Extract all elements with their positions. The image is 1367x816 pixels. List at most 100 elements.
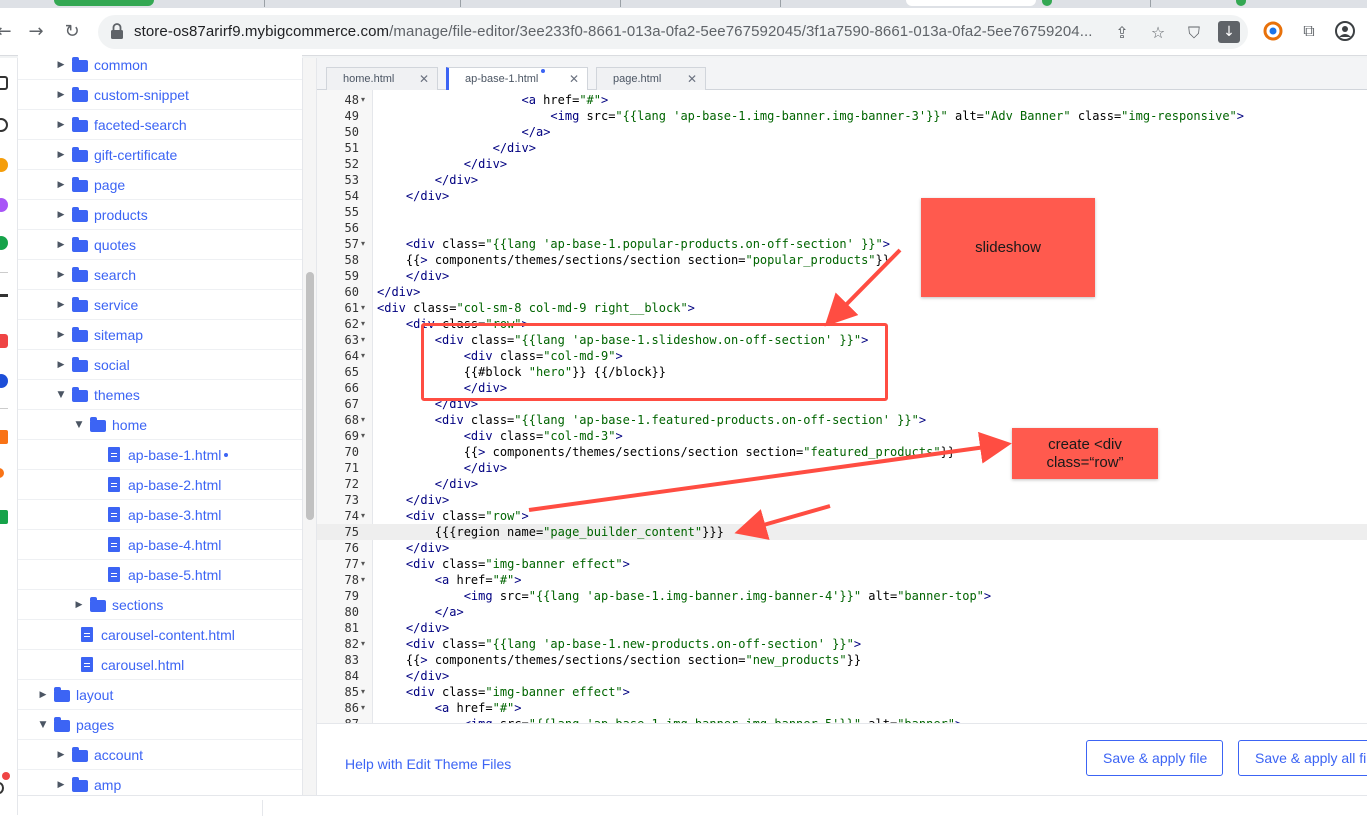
fold-toggle-icon[interactable]: ▾ (361, 556, 371, 572)
code-line[interactable]: 79 <img src="{{lang 'ap-base-1.img-banne… (317, 588, 1367, 604)
caret-right-icon[interactable]: ▶ (56, 180, 66, 190)
code-line[interactable]: 56 (317, 220, 1367, 236)
app-orange-dot-icon[interactable] (0, 468, 4, 478)
tree-file[interactable]: ap-base-5.html (18, 560, 302, 590)
address-bar[interactable]: store-os87arirf9.mybigcommerce.com/manag… (98, 15, 1248, 49)
code-line[interactable]: 78 ▾ <a href="#"> (317, 572, 1367, 588)
share-icon[interactable]: ⇪ (1112, 23, 1132, 43)
caret-right-icon[interactable]: ▶ (56, 60, 66, 70)
browser-tab-fragment[interactable] (1236, 0, 1246, 6)
file-tree-scrollbar[interactable] (302, 58, 317, 795)
code-line[interactable]: 57 ▾ <div class="{{lang 'ap-base-1.popula… (317, 236, 1367, 252)
extension-colored-icon[interactable] (1262, 20, 1284, 42)
url-text[interactable]: store-os87arirf9.mybigcommerce.com/manag… (134, 23, 1093, 40)
tree-folder[interactable]: ▶ quotes (18, 230, 302, 260)
caret-right-icon[interactable]: ▶ (56, 240, 66, 250)
palette-icon[interactable] (0, 198, 8, 212)
fold-toggle-icon[interactable]: ▾ (361, 508, 371, 524)
arrow-right-icon[interactable]: → (24, 20, 48, 44)
code-line[interactable]: 76 </div> (317, 540, 1367, 556)
tree-file[interactable]: ap-base-3.html (18, 500, 302, 530)
code-line[interactable]: 61 ▾ <div class="col-sm-8 col-md-9 right__… (317, 300, 1367, 316)
code-line[interactable]: 70 {{> components/themes/sections/sectio… (317, 444, 1367, 460)
tree-file[interactable]: ap-base-2.html (18, 470, 302, 500)
code-line[interactable]: 69 ▾ <div class="col-md-3"> (317, 428, 1367, 444)
code-line[interactable]: 71 </div> (317, 460, 1367, 476)
fold-toggle-icon[interactable]: ▾ (361, 684, 371, 700)
tree-file[interactable]: ap-base-1.html (18, 440, 302, 470)
download-icon[interactable]: ↓ (1218, 21, 1240, 43)
tree-folder[interactable]: ▶ search (18, 260, 302, 290)
tree-folder[interactable]: ▼ home (18, 410, 302, 440)
close-icon[interactable]: ✕ (569, 68, 579, 90)
help-link[interactable]: Help with Edit Theme Files (345, 756, 511, 772)
code-line[interactable]: 77 ▾ <div class="img-banner effect"> (317, 556, 1367, 572)
code-line[interactable]: 53 </div> (317, 172, 1367, 188)
code-line[interactable]: 73 </div> (317, 492, 1367, 508)
caret-right-icon[interactable]: ▶ (38, 690, 48, 700)
tree-file[interactable]: carousel.html (18, 650, 302, 680)
code-line[interactable]: 59 </div> (317, 268, 1367, 284)
tree-file[interactable]: carousel-content.html (18, 620, 302, 650)
close-icon[interactable]: ✕ (687, 68, 697, 90)
app-blue-icon[interactable] (0, 374, 8, 388)
code-line[interactable]: 74 ▾ <div class="row"> (317, 508, 1367, 524)
tree-folder[interactable]: ▶ page (18, 170, 302, 200)
tree-folder[interactable]: ▶ account (18, 740, 302, 770)
tree-folder[interactable]: ▼ themes (18, 380, 302, 410)
code-line[interactable]: 51 </div> (317, 140, 1367, 156)
tree-folder[interactable]: ▶ products (18, 200, 302, 230)
fold-toggle-icon[interactable]: ▾ (361, 236, 371, 252)
scrollbar-thumb[interactable] (306, 272, 314, 520)
code-line[interactable]: 87 <img src="{{lang 'ap-base-1.img-banne… (317, 716, 1367, 723)
code-line[interactable]: 85 ▾ <div class="img-banner effect"> (317, 684, 1367, 700)
code-line[interactable]: 50 </a> (317, 124, 1367, 140)
leaf-icon[interactable] (0, 236, 8, 250)
tree-folder[interactable]: ▶ common (18, 50, 302, 80)
tree-folder[interactable]: ▶ sitemap (18, 320, 302, 350)
code-line[interactable]: 54 </div> (317, 188, 1367, 204)
tree-folder[interactable]: ▶ gift-certificate (18, 140, 302, 170)
caret-right-icon[interactable]: ▶ (56, 90, 66, 100)
tree-folder[interactable]: ▶ layout (18, 680, 302, 710)
tree-folder[interactable]: ▶ service (18, 290, 302, 320)
editor-tab[interactable]: page.html ✕ (596, 67, 706, 90)
caret-right-icon[interactable]: ▶ (56, 780, 66, 790)
tree-folder[interactable]: ▼ pages (18, 710, 302, 740)
fold-toggle-icon[interactable]: ▾ (361, 92, 371, 108)
code-line[interactable]: 84 </div> (317, 668, 1367, 684)
minus-icon[interactable] (0, 294, 8, 297)
editor-tab[interactable]: home.html ✕ (326, 67, 438, 90)
app-green-icon[interactable] (0, 510, 8, 524)
caret-right-icon[interactable]: ▶ (56, 300, 66, 310)
fold-toggle-icon[interactable]: ▾ (361, 428, 371, 444)
chart-icon[interactable] (0, 158, 8, 172)
code-line[interactable]: 49 <img src="{{lang 'ap-base-1.img-banne… (317, 108, 1367, 124)
code-line[interactable]: 55 (317, 204, 1367, 220)
code-line[interactable]: 75 {{{region name="page_builder_content"… (317, 524, 1367, 540)
caret-right-icon[interactable]: ▶ (56, 270, 66, 280)
fold-toggle-icon[interactable]: ▾ (361, 348, 371, 364)
gear-icon[interactable] (0, 76, 8, 90)
caret-down-icon[interactable]: ▼ (74, 420, 84, 430)
code-area[interactable]: 48 ▾ <a href="#"> 49 <img src="{{lang 'ap-… (317, 90, 1367, 723)
clock-icon[interactable] (0, 118, 8, 132)
caret-right-icon[interactable]: ▶ (74, 600, 84, 610)
caret-right-icon[interactable]: ▶ (56, 150, 66, 160)
save-apply-file-button[interactable]: Save & apply file (1086, 740, 1223, 776)
puzzle-icon[interactable]: ⧉ (1298, 20, 1320, 42)
app-red-icon[interactable] (0, 334, 8, 348)
tree-folder[interactable]: ▶ amp (18, 770, 302, 795)
browser-tab-active-fragment[interactable] (906, 0, 1036, 6)
code-line[interactable]: 68 ▾ <div class="{{lang 'ap-base-1.featur… (317, 412, 1367, 428)
reload-icon[interactable]: ↻ (60, 20, 84, 44)
code-line[interactable]: 52 </div> (317, 156, 1367, 172)
fold-toggle-icon[interactable]: ▾ (361, 300, 371, 316)
lock-icon[interactable] (110, 23, 124, 39)
tree-file[interactable]: ap-base-4.html (18, 530, 302, 560)
close-icon[interactable]: ✕ (419, 68, 429, 90)
tree-folder[interactable]: ▶ faceted-search (18, 110, 302, 140)
caret-right-icon[interactable]: ▶ (56, 120, 66, 130)
caret-down-icon[interactable]: ▼ (56, 390, 66, 400)
fold-toggle-icon[interactable]: ▾ (361, 332, 371, 348)
